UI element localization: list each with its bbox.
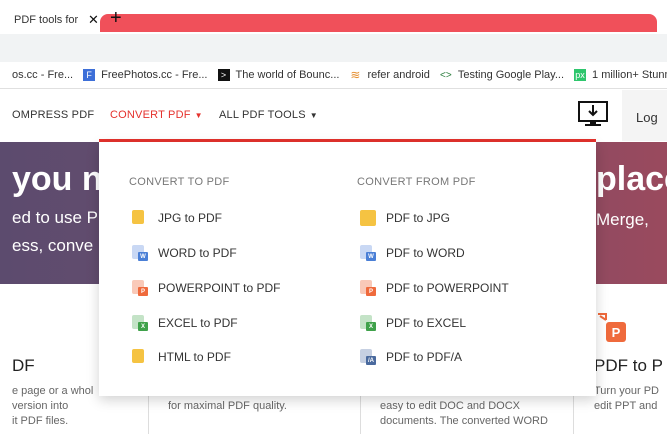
html-to-pdf-icon bbox=[132, 349, 148, 365]
menu-item-label: HTML to PDF bbox=[158, 350, 231, 364]
address-bar-area[interactable] bbox=[0, 34, 667, 62]
pixabay-icon: px bbox=[574, 69, 587, 81]
bookmark-item[interactable]: px 1 million+ Stunning bbox=[574, 69, 667, 81]
nav-convert-label: CONVERT PDF bbox=[110, 109, 191, 121]
bookmark-item[interactable]: F FreePhotos.cc - Fre... bbox=[83, 69, 208, 81]
tool-card-title[interactable]: PDF to P bbox=[594, 356, 663, 376]
tool-card-desc: easy to edit DOC and DOCX documents. The… bbox=[380, 399, 548, 429]
menu-item-label: PDF to EXCEL bbox=[386, 316, 467, 330]
bookmark-label: Testing Google Play... bbox=[457, 69, 565, 81]
menu-item-pdf-to-jpg[interactable]: PDF to JPG bbox=[360, 210, 450, 226]
menu-item-label: WORD to PDF bbox=[158, 246, 237, 260]
bookmark-item[interactable]: os.cc - Fre... bbox=[12, 69, 73, 81]
hero-headline-right: place bbox=[596, 160, 667, 198]
menu-item-pdf-to-ppt[interactable]: P PDF to POWERPOINT bbox=[360, 280, 509, 296]
menu-item-word-to-pdf[interactable]: W WORD to PDF bbox=[132, 245, 237, 261]
convert-from-heading: CONVERT FROM PDF bbox=[357, 176, 476, 188]
desc-line: easy to edit DOC and DOCX bbox=[380, 400, 521, 412]
desc-line: documents. The converted WORD bbox=[380, 415, 548, 427]
menu-item-pdf-to-excel[interactable]: X PDF to EXCEL bbox=[360, 315, 466, 331]
nav-all-pdf-tools[interactable]: ALL PDF TOOLS ▼ bbox=[219, 109, 318, 121]
browser-tab-strip: PDF tools for P ✕ + bbox=[0, 0, 667, 36]
hero-subtext-right: Merge, bbox=[596, 210, 649, 229]
pdf-to-word-icon: W bbox=[360, 245, 376, 261]
pdf-to-excel-icon: X bbox=[360, 315, 376, 331]
menu-item-label: POWERPOINT to PDF bbox=[158, 281, 281, 295]
pdf-to-ppt-icon: P bbox=[360, 280, 376, 296]
login-button[interactable]: Log bbox=[636, 110, 658, 125]
menu-item-label: PDF to POWERPOINT bbox=[386, 281, 509, 295]
menu-item-pdf-to-word[interactable]: W PDF to WORD bbox=[360, 245, 465, 261]
nav-all-tools-label: ALL PDF TOOLS bbox=[219, 109, 306, 121]
pdf-to-ppt-icon: P bbox=[598, 313, 626, 342]
bookmark-label: refer android bbox=[367, 69, 430, 81]
bookmarks-bar: os.cc - Fre... F FreePhotos.cc - Fre... … bbox=[0, 62, 667, 89]
pdf-to-jpg-icon bbox=[360, 210, 376, 226]
pdf-to-pdfa-icon: /A bbox=[360, 349, 376, 365]
convert-to-heading: CONVERT TO PDF bbox=[129, 176, 230, 188]
bookmark-label: FreePhotos.cc - Fre... bbox=[101, 69, 208, 81]
menu-item-label: PDF to PDF/A bbox=[386, 350, 463, 364]
bookmark-item[interactable]: > The world of Bounc... bbox=[217, 69, 340, 81]
convert-pdf-dropdown: CONVERT TO PDF CONVERT FROM PDF JPG to P… bbox=[99, 142, 596, 396]
ppt-to-pdf-icon: P bbox=[132, 280, 148, 296]
desc-line: version into bbox=[12, 400, 69, 412]
menu-item-jpg-to-pdf[interactable]: JPG to PDF bbox=[132, 210, 222, 226]
menu-item-pdf-to-pdfa[interactable]: /A PDF to PDF/A bbox=[360, 349, 462, 365]
new-tab-button[interactable]: + bbox=[110, 8, 122, 28]
menu-item-label: EXCEL to PDF bbox=[158, 316, 238, 330]
browser-tab[interactable]: PDF tools for P ✕ bbox=[0, 6, 100, 34]
hero-subtext-line1: ed to use P bbox=[12, 208, 99, 227]
refer-icon: ≋ bbox=[350, 68, 361, 82]
freephotos-icon: F bbox=[83, 69, 96, 81]
jpg-to-pdf-icon bbox=[132, 210, 148, 226]
site-navbar: OMPRESS PDF CONVERT PDF ▼ ALL PDF TOOLS ▼ bbox=[0, 89, 667, 141]
excel-to-pdf-icon: X bbox=[132, 315, 148, 331]
tool-card-title[interactable]: DF bbox=[12, 356, 35, 376]
bookmark-label: The world of Bounc... bbox=[235, 69, 340, 81]
tool-card-desc: e page or a whol version into it PDF fil… bbox=[12, 384, 93, 429]
desc-line: Turn your PD bbox=[594, 385, 660, 397]
desktop-app-icon[interactable] bbox=[578, 101, 608, 127]
nav-compress-pdf[interactable]: OMPRESS PDF bbox=[12, 109, 94, 121]
bookmark-label: os.cc - Fre... bbox=[12, 69, 74, 81]
terminal-icon: > bbox=[217, 69, 230, 81]
menu-item-html-to-pdf[interactable]: HTML to PDF bbox=[132, 349, 231, 365]
bookmark-item[interactable]: <> Testing Google Play... bbox=[440, 69, 564, 81]
caret-down-icon: ▼ bbox=[309, 111, 318, 120]
hero-headline-left: you n bbox=[12, 160, 103, 198]
close-icon[interactable]: ✕ bbox=[88, 12, 99, 28]
caret-down-icon: ▼ bbox=[194, 111, 203, 120]
menu-item-excel-to-pdf[interactable]: X EXCEL to PDF bbox=[132, 315, 238, 331]
desc-line: it PDF files. bbox=[12, 415, 69, 427]
nav-convert-pdf[interactable]: CONVERT PDF ▼ bbox=[110, 109, 203, 121]
code-icon: <> bbox=[439, 69, 452, 81]
active-tab-background bbox=[100, 14, 657, 32]
bookmark-item[interactable]: ≋ refer android bbox=[349, 68, 430, 82]
hero-subtext-line2: ess, conve bbox=[12, 236, 94, 255]
svg-text:P: P bbox=[612, 325, 621, 340]
menu-item-ppt-to-pdf[interactable]: P POWERPOINT to PDF bbox=[132, 280, 280, 296]
desc-line: edit PPT and bbox=[594, 400, 658, 412]
menu-item-label: JPG to PDF bbox=[158, 211, 223, 225]
menu-item-label: PDF to WORD bbox=[386, 246, 465, 260]
desc-line: e page or a whol bbox=[12, 385, 94, 397]
bookmark-label: 1 million+ Stunning bbox=[592, 69, 667, 81]
tool-card-desc: Turn your PD edit PPT and bbox=[594, 384, 659, 414]
tab-title: PDF tools for P bbox=[14, 14, 82, 26]
menu-item-label: PDF to JPG bbox=[386, 211, 451, 225]
tool-card-desc: for maximal PDF quality. bbox=[168, 400, 287, 412]
word-to-pdf-icon: W bbox=[132, 245, 148, 261]
